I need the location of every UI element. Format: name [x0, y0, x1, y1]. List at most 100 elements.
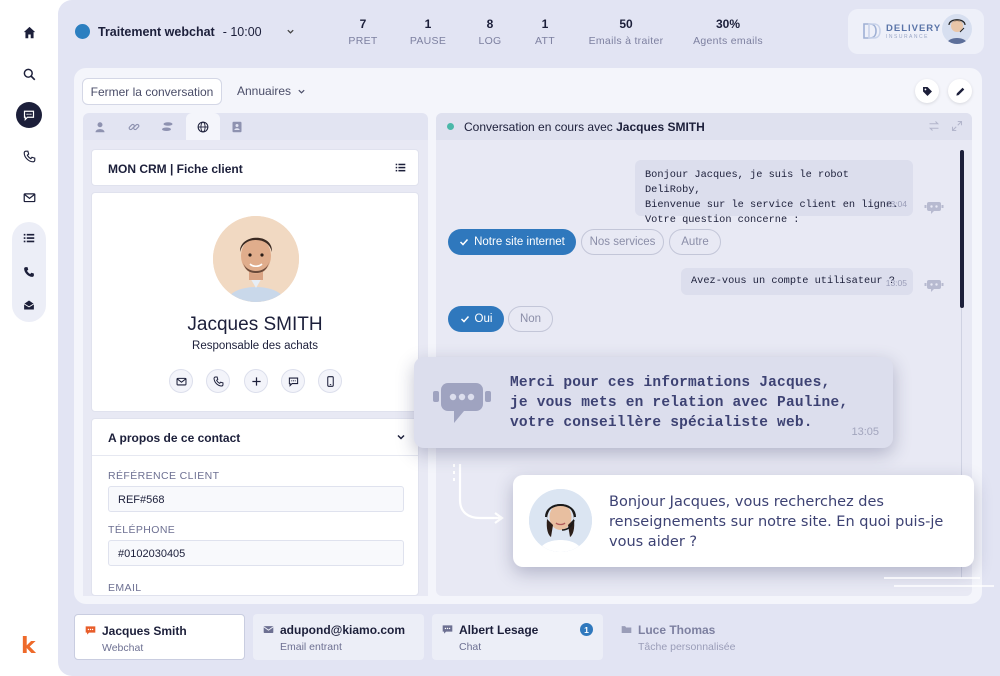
- message-line: Bonjour Jacques, vous recherchez des: [609, 494, 884, 510]
- profile-card: Jacques SMITH Responsable des achats: [91, 192, 419, 412]
- tab-links[interactable]: [117, 113, 151, 140]
- bot-handoff-message: Merci pour ces informations Jacques, je …: [414, 357, 893, 448]
- field-label: EMAIL: [108, 582, 142, 594]
- stat-label: ATT: [535, 35, 555, 47]
- reference-field[interactable]: REF#568: [108, 486, 404, 512]
- choice-label: Oui: [474, 313, 493, 325]
- handoff-arrow-icon: [453, 464, 504, 524]
- expand-icon[interactable]: [951, 120, 963, 132]
- check-icon: [460, 314, 470, 324]
- message-line: vous aider ?: [609, 534, 698, 550]
- stat-value: 1: [541, 17, 549, 31]
- contact-avatar: [213, 216, 299, 302]
- transfer-icon[interactable]: [928, 120, 940, 132]
- choice-chip-selected[interactable]: Oui: [448, 306, 504, 332]
- footprint-icon: [161, 121, 175, 133]
- sms-contact-button[interactable]: [318, 369, 342, 393]
- agent-avatar[interactable]: [942, 14, 972, 44]
- edit-button[interactable]: [948, 79, 972, 103]
- about-title[interactable]: A propos de ce contact: [108, 431, 240, 445]
- session-tab-albert[interactable]: Albert Lesage Chat 1: [432, 614, 603, 660]
- brand-name: DELIVERY: [886, 23, 942, 34]
- stat-value: 30%: [715, 17, 741, 31]
- session-type: Webchat: [102, 642, 144, 654]
- agent-status[interactable]: Traitement webchat - 10:00: [75, 24, 295, 39]
- crm-header: MON CRM | Fiche client: [91, 149, 419, 186]
- call-contact-button[interactable]: [206, 369, 230, 393]
- chat-header: Conversation en cours avec Jacques SMITH: [436, 113, 972, 140]
- field-label: TÉLÉPHONE: [108, 524, 176, 536]
- plus-icon: [251, 376, 262, 387]
- stat-label: LOG: [478, 35, 502, 47]
- session-type: Chat: [459, 641, 482, 653]
- phone-field[interactable]: #0102030405: [108, 540, 404, 566]
- status-time: - 10:00: [222, 24, 262, 39]
- chat-icon[interactable]: [16, 102, 42, 128]
- field-label: RÉFÉRENCE CLIENT: [108, 470, 220, 482]
- status-dot: [75, 24, 90, 39]
- phone-icon[interactable]: [16, 143, 42, 169]
- session-type: Tâche personnalisée: [638, 641, 736, 653]
- message-time: 13:04: [885, 199, 907, 209]
- robot-icon: [432, 381, 492, 427]
- tab-user[interactable]: [83, 113, 117, 140]
- stat-pause: 1 PAUSE: [404, 17, 452, 47]
- scrollbar[interactable]: [960, 150, 964, 308]
- message-time: 13:05: [885, 278, 907, 288]
- tag-button[interactable]: [915, 79, 939, 103]
- folder-icon: [621, 624, 632, 635]
- stat-log: 8 LOG: [470, 17, 510, 47]
- choice-chip[interactable]: Autre: [669, 229, 721, 255]
- directory-dropdown[interactable]: Annuaires: [237, 84, 306, 98]
- list-icon[interactable]: [16, 225, 42, 251]
- session-name: Albert Lesage: [459, 623, 539, 637]
- phone-icon: [213, 376, 224, 387]
- session-tab-luce[interactable]: Luce Thomas Tâche personnalisée: [611, 614, 782, 660]
- message-line: votre conseillère spécialiste web.: [510, 415, 813, 431]
- online-dot: [447, 123, 454, 130]
- bot-message: Avez-vous un compte utilisateur ? 13:05: [681, 268, 913, 295]
- robot-icon: [924, 200, 944, 216]
- chevron-down-icon[interactable]: [396, 432, 406, 442]
- tab-journey[interactable]: [151, 113, 185, 140]
- delivery-logo-icon: [862, 21, 882, 41]
- search-icon[interactable]: [16, 61, 42, 87]
- mobile-icon: [325, 375, 336, 387]
- tab-web[interactable]: [186, 113, 220, 140]
- mail-icon: [263, 624, 274, 635]
- message-line: je vous mets en relation avec Pauline,: [510, 395, 849, 411]
- close-conversation-button[interactable]: Fermer la conversation: [82, 78, 222, 105]
- email-contact-button[interactable]: [169, 369, 193, 393]
- choice-chip-selected[interactable]: Notre site internet: [448, 229, 576, 255]
- tab-contact-card[interactable]: [220, 113, 254, 140]
- link-icon: [128, 121, 140, 133]
- session-tab-adupond[interactable]: adupond@kiamo.com Email entrant: [253, 614, 424, 660]
- session-name: Luce Thomas: [638, 623, 716, 637]
- home-icon[interactable]: [16, 19, 42, 45]
- robot-icon: [924, 278, 944, 294]
- message-line: Avez-vous un compte utilisateur ?: [691, 275, 895, 287]
- message-time: 13:05: [851, 426, 879, 438]
- chevron-down-icon[interactable]: [286, 27, 295, 36]
- chat-title-prefix: Conversation en cours avec: [464, 120, 617, 134]
- choice-label: Notre site internet: [474, 236, 565, 248]
- divider: [92, 455, 418, 456]
- left-rail: k: [0, 0, 58, 676]
- user-icon: [94, 121, 106, 133]
- bot-handoff-text: Merci pour ces informations Jacques, je …: [510, 373, 848, 433]
- stat-ready: 7 PRET: [340, 17, 386, 47]
- choice-chip[interactable]: Nos services: [581, 229, 664, 255]
- list-icon[interactable]: [395, 162, 406, 173]
- add-action-button[interactable]: [244, 369, 268, 393]
- session-name: Jacques Smith: [102, 624, 187, 638]
- mail-icon[interactable]: [16, 184, 42, 210]
- choice-chip[interactable]: Non: [508, 306, 553, 332]
- session-tab-jacques[interactable]: Jacques Smith Webchat: [74, 614, 245, 660]
- about-section: A propos de ce contact RÉFÉRENCE CLIENT …: [91, 418, 419, 596]
- chat-title: Conversation en cours avec Jacques SMITH: [464, 120, 705, 134]
- mail-open-icon[interactable]: [16, 292, 42, 318]
- chat-contact-button[interactable]: [281, 369, 305, 393]
- chat-icon: [442, 624, 453, 635]
- check-icon: [459, 237, 469, 247]
- phone-outline-icon[interactable]: [16, 259, 42, 285]
